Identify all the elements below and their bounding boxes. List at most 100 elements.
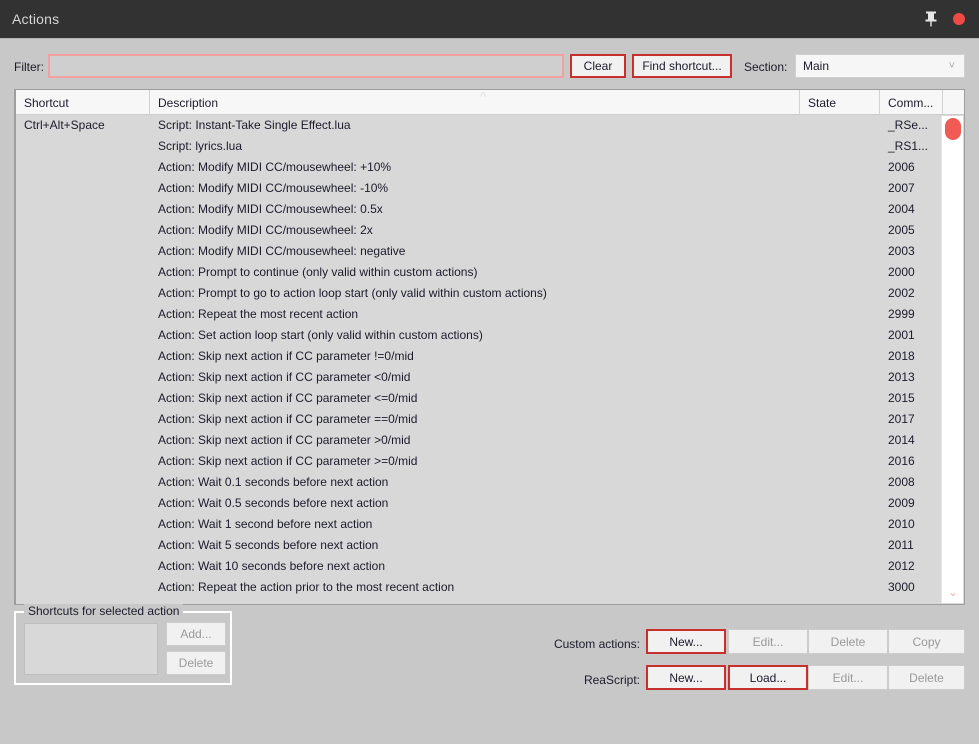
table-row[interactable]: Action: Repeat the action prior to the m… [16, 577, 964, 598]
list-header: Shortcut Description State Comm... ^ [16, 90, 964, 115]
shortcuts-listbox[interactable] [24, 623, 158, 675]
cell-command: _RSe... [888, 118, 929, 132]
filter-row: Filter: Clear Find shortcut... Section: … [0, 53, 979, 83]
actions-dialog: Filter: Clear Find shortcut... Section: … [0, 38, 979, 744]
add-shortcut-button[interactable]: Add... [166, 622, 226, 646]
delete-shortcut-button[interactable]: Delete [166, 651, 226, 675]
cell-command: 2003 [888, 244, 915, 258]
cell-command: 2014 [888, 433, 915, 447]
table-row[interactable]: Action: Skip next action if CC parameter… [16, 451, 964, 472]
custom-actions-label: Custom actions: [553, 637, 640, 651]
cell-description: Action: Skip next action if CC parameter… [158, 391, 418, 405]
scrollbar-thumb[interactable] [945, 118, 961, 140]
cell-command: 2000 [888, 265, 915, 279]
table-row[interactable]: Action: Modify MIDI CC/mousewheel: +10% 2… [16, 157, 964, 178]
actions-list: Shortcut Description State Comm... ^ Ctr… [14, 89, 965, 605]
pushpin-icon[interactable] [923, 10, 939, 28]
cell-description: Action: Modify MIDI CC/mousewheel: negat… [158, 244, 406, 258]
cell-command: 2009 [888, 496, 915, 510]
chevron-double-down-icon[interactable]: ⌄ [947, 587, 959, 599]
cell-description: Action: Skip next action if CC parameter… [158, 433, 411, 447]
custom-actions-delete-button[interactable]: Delete [808, 629, 888, 654]
table-row[interactable]: Action: Wait 0.5 seconds before next act… [16, 493, 964, 514]
cell-description: Action: Wait 0.1 seconds before next act… [158, 475, 389, 489]
column-header-state[interactable]: State [800, 90, 880, 115]
cell-command: 2010 [888, 517, 915, 531]
cell-command: 2004 [888, 202, 915, 216]
custom-actions-new-button[interactable]: New... [646, 629, 726, 654]
table-row[interactable]: Action: Modify MIDI CC/mousewheel: negat… [16, 241, 964, 262]
section-label: Section: [744, 60, 788, 74]
table-row[interactable]: Action: Wait 5 seconds before next actio… [16, 535, 964, 556]
cell-command: 2018 [888, 349, 915, 363]
cell-description: Action: Modify MIDI CC/mousewheel: +10% [158, 160, 392, 174]
cell-description: Script: lyrics.lua [158, 139, 243, 153]
cell-description: Action: Modify MIDI CC/mousewheel: 2x [158, 223, 373, 237]
cell-command: 2002 [888, 286, 915, 300]
table-row[interactable]: Action: Prompt to continue (only valid w… [16, 262, 964, 283]
cell-command: 3000 [888, 580, 915, 594]
table-row[interactable]: Action: Skip next action if CC parameter… [16, 430, 964, 451]
table-row[interactable]: Action: Modify MIDI CC/mousewheel: 2x 200… [16, 220, 964, 241]
clear-button[interactable]: Clear [570, 54, 626, 78]
find-shortcut-button[interactable]: Find shortcut... [632, 54, 732, 78]
cell-description: Script: Instant-Take Single Effect.lua [158, 118, 351, 132]
page-title: Actions [12, 11, 60, 27]
table-row[interactable]: Ctrl+Alt+Space Script: Instant-Take Singl… [16, 115, 964, 136]
cell-description: Action: Repeat the action prior to the m… [158, 580, 455, 594]
cell-command: 2005 [888, 223, 915, 237]
list-body[interactable]: Ctrl+Alt+Space Script: Instant-Take Singl… [16, 115, 964, 603]
filter-input[interactable] [48, 54, 564, 78]
custom-actions-edit-button[interactable]: Edit... [728, 629, 808, 654]
titlebar-controls [923, 10, 965, 28]
custom-actions-copy-button[interactable]: Copy [888, 629, 965, 654]
cell-description: Action: Prompt to continue (only valid w… [158, 265, 478, 279]
reascript-load-button[interactable]: Load... [728, 665, 808, 690]
table-row[interactable]: Action: Prompt to go to action loop star… [16, 283, 964, 304]
cell-description: Action: Skip next action if CC parameter… [158, 454, 418, 468]
reascript-delete-button[interactable]: Delete [888, 665, 965, 690]
cell-command: 2001 [888, 328, 915, 342]
window-titlebar[interactable]: Actions [0, 0, 979, 38]
reascript-new-button[interactable]: New... [646, 665, 726, 690]
section-dropdown[interactable]: Main ˅ [795, 54, 965, 78]
shortcuts-group-legend: Shortcuts for selected action [24, 604, 184, 618]
table-row[interactable]: Action: Wait 10 seconds before next acti… [16, 556, 964, 577]
cell-description: Action: Prompt to go to action loop star… [158, 286, 547, 300]
cell-description: Action: Wait 1 second before next action [158, 517, 373, 531]
cell-command: 2999 [888, 307, 915, 321]
table-row[interactable]: Action: Skip next action if CC parameter… [16, 346, 964, 367]
table-row[interactable]: Action: Set action loop start (only vali… [16, 325, 964, 346]
filter-label: Filter: [14, 60, 44, 74]
cell-description: Action: Skip next action if CC parameter… [158, 349, 414, 363]
cell-description: Action: Set action loop start (only vali… [158, 328, 483, 342]
column-header-shortcut[interactable]: Shortcut [16, 90, 150, 115]
record-dot-icon[interactable] [953, 13, 965, 25]
cell-command: _RS1... [888, 139, 929, 153]
cell-description: Action: Modify MIDI CC/mousewheel: -10% [158, 181, 389, 195]
reascript-label: ReaScript: [583, 673, 640, 687]
column-header-command[interactable]: Comm... [880, 90, 943, 115]
shortcuts-group: Shortcuts for selected action Add... Del… [14, 604, 232, 685]
reascript-edit-button[interactable]: Edit... [808, 665, 888, 690]
cell-command: 2007 [888, 181, 915, 195]
list-scrollbar[interactable]: ⌄ [941, 116, 963, 603]
cell-description: Action: Skip next action if CC parameter… [158, 412, 418, 426]
table-row[interactable]: Action: Modify MIDI CC/mousewheel: 0.5x 2… [16, 199, 964, 220]
table-row[interactable]: Action: Wait 0.1 seconds before next act… [16, 472, 964, 493]
table-row[interactable]: Action: Skip next action if CC parameter… [16, 367, 964, 388]
cell-command: 2012 [888, 559, 915, 573]
pushpin-glyph [925, 11, 937, 27]
cell-command: 2006 [888, 160, 915, 174]
cell-shortcut: Ctrl+Alt+Space [24, 118, 105, 132]
cell-command: 2015 [888, 391, 915, 405]
table-row[interactable]: Action: Wait 1 second before next action… [16, 514, 964, 535]
table-row[interactable]: Action: Modify MIDI CC/mousewheel: -10% 2… [16, 178, 964, 199]
section-selected-value: Main [803, 59, 830, 73]
cell-description: Action: Modify MIDI CC/mousewheel: 0.5x [158, 202, 383, 216]
cell-command: 2011 [888, 538, 914, 552]
table-row[interactable]: Action: Skip next action if CC parameter… [16, 388, 964, 409]
table-row[interactable]: Action: Skip next action if CC parameter… [16, 409, 964, 430]
table-row[interactable]: Script: lyrics.lua _RS1... [16, 136, 964, 157]
table-row[interactable]: Action: Repeat the most recent action 299… [16, 304, 964, 325]
